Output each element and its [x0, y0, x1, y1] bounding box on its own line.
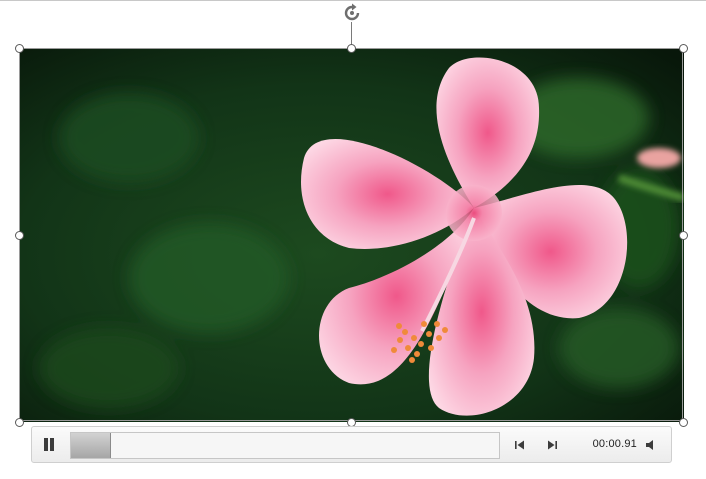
resize-handle-bottom-right[interactable] [679, 418, 688, 427]
playback-timeline[interactable] [70, 432, 500, 459]
resize-handle-top-right[interactable] [679, 44, 688, 53]
slide-top-border [0, 0, 706, 1]
playback-progress [71, 433, 111, 458]
pause-button[interactable] [39, 435, 59, 455]
resize-handle-right[interactable] [679, 231, 688, 240]
media-control-bar: 00:00.91 [31, 426, 672, 463]
resize-handle-top-left[interactable] [15, 44, 24, 53]
volume-button[interactable] [643, 437, 659, 453]
rotate-icon [344, 3, 360, 21]
video-frame[interactable] [19, 48, 684, 422]
step-back-button[interactable] [512, 437, 528, 453]
step-forward-button[interactable] [544, 437, 560, 453]
volume-icon [646, 440, 653, 450]
resize-handle-top[interactable] [347, 44, 356, 53]
step-back-icon [515, 440, 524, 450]
hibiscus-image [19, 48, 684, 422]
current-time: 00:00.91 [592, 438, 637, 450]
rotate-handle[interactable] [341, 2, 363, 24]
resize-handle-bottom-left[interactable] [15, 418, 24, 427]
step-forward-icon [548, 440, 557, 450]
resize-handle-left[interactable] [15, 231, 24, 240]
